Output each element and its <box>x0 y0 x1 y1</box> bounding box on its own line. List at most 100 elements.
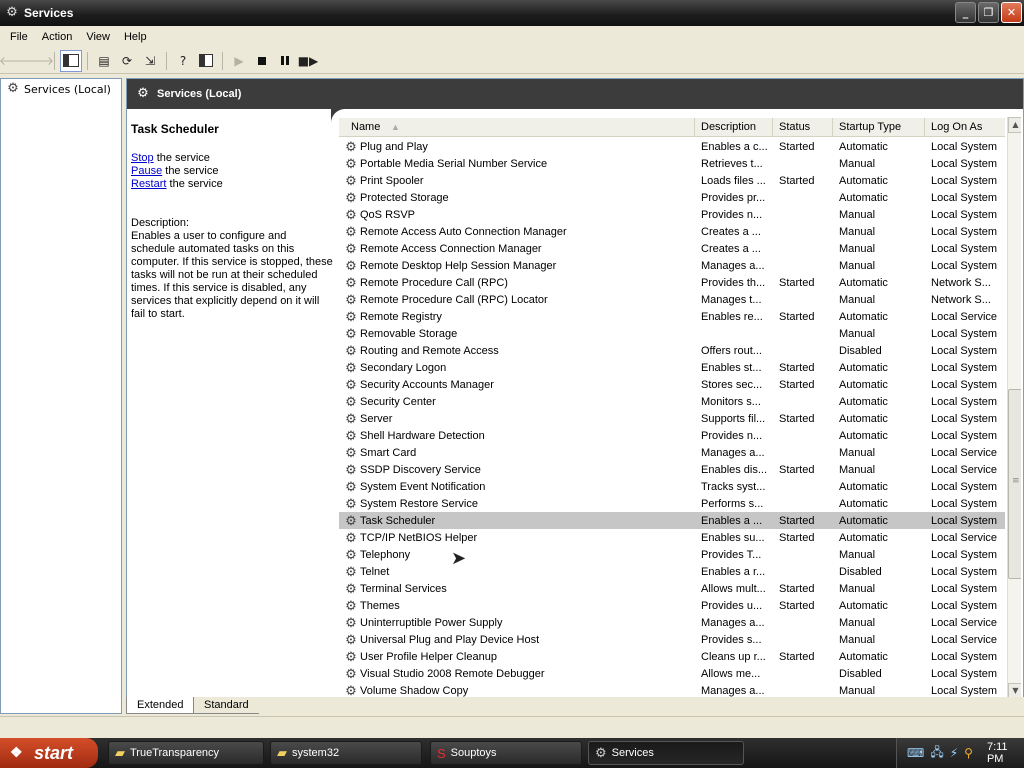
table-row[interactable]: ⚙ Protected Storage Provides pr... Automati… <box>339 189 1005 206</box>
table-row[interactable]: ⚙ Remote Registry Enables re... Started Auto… <box>339 308 1005 325</box>
table-row[interactable]: ⚙ QoS RSVP Provides n... Manual Local System <box>339 206 1005 223</box>
gear-icon: ⚙ <box>345 683 357 698</box>
table-row[interactable]: ⚙ Security Accounts Manager Stores sec... S… <box>339 376 1005 393</box>
service-name-cell: ⚙ User Profile Helper Cleanup <box>339 650 695 664</box>
scroll-thumb[interactable] <box>1008 389 1021 579</box>
gear-icon: ⚙ <box>345 326 357 341</box>
service-name: Themes <box>360 599 400 612</box>
search-icon[interactable]: ⚲ <box>964 746 973 760</box>
table-row[interactable]: ⚙ Plug and Play Enables a c... Started Autom… <box>339 138 1005 155</box>
service-log-on-as: Local Service <box>931 446 998 459</box>
restart-service-link[interactable]: Restart <box>131 178 166 190</box>
help-icon[interactable]: ? <box>172 50 194 72</box>
toolbar-separator <box>222 51 223 70</box>
table-row[interactable]: ⚙ Telnet Enables a r... Disabled Local Syste… <box>339 563 1005 580</box>
service-log-on-as: Local System <box>931 378 998 391</box>
taskbar-item-services[interactable]: ⚙ Services <box>588 741 744 765</box>
table-row[interactable]: ⚙ User Profile Helper Cleanup Cleans up r.… <box>339 648 1005 665</box>
table-row[interactable]: ⚙ Remote Procedure Call (RPC) Locator Mana… <box>339 291 1005 308</box>
services-panel: ⚙ Services (Local) Task Scheduler Stop t… <box>126 78 1024 714</box>
service-name-cell: ⚙ Smart Card <box>339 446 695 460</box>
service-actions: Stop the service Pause the service Resta… <box>131 152 333 191</box>
taskbar-item-system32[interactable]: ▰ system32 <box>270 741 422 765</box>
table-row[interactable]: ⚙ Security Center Monitors s... Automatic Lo… <box>339 393 1005 410</box>
safely-remove-icon[interactable]: ⚡ <box>950 746 958 760</box>
service-name-cell: ⚙ Remote Access Auto Connection Manager <box>339 225 695 239</box>
gear-icon: ⚙ <box>345 496 357 511</box>
table-row[interactable]: ⚙ Terminal Services Allows mult... Started M… <box>339 580 1005 597</box>
tab-standard[interactable]: Standard <box>194 697 259 714</box>
table-row[interactable]: ⚙ Smart Card Manages a... Manual Local Servi… <box>339 444 1005 461</box>
table-row[interactable]: ⚙ Remote Access Connection Manager Creates… <box>339 240 1005 257</box>
keyboard-icon[interactable]: ⌨ <box>907 746 924 760</box>
table-row[interactable]: ⚙ Secondary Logon Enables st... Started Auto… <box>339 359 1005 376</box>
service-name-cell: ⚙ Remote Procedure Call (RPC) Locator <box>339 293 695 307</box>
table-row[interactable]: ⚙ Uninterruptible Power Supply Manages a..… <box>339 614 1005 631</box>
scroll-up-button[interactable]: ▲ <box>1008 117 1021 133</box>
vertical-scrollbar[interactable]: ▲ ▼ <box>1007 117 1021 699</box>
menu-bar: File Action View Help <box>0 26 1024 48</box>
table-row[interactable]: ⚙ Remote Desktop Help Session Manager Mana… <box>339 257 1005 274</box>
export-list-icon[interactable]: ⇲ <box>139 50 161 72</box>
column-header-status[interactable]: Status <box>773 118 833 137</box>
taskbar-item-truetransparency[interactable]: ▰ TrueTransparency <box>108 741 264 765</box>
table-row[interactable]: ⚙ Themes Provides u... Started Automatic Loca… <box>339 597 1005 614</box>
pause-service-icon[interactable] <box>274 50 296 72</box>
table-row[interactable]: ⚙ System Restore Service Performs s... Auto… <box>339 495 1005 512</box>
table-row[interactable]: ⚙ Visual Studio 2008 Remote Debugger Allow… <box>339 665 1005 682</box>
column-header-startup-type[interactable]: Startup Type <box>833 118 925 137</box>
minimize-button[interactable]: _ <box>955 2 976 23</box>
gear-icon: ⚙ <box>345 377 357 392</box>
column-header-log-on-as[interactable]: Log On As <box>925 118 1005 137</box>
table-row[interactable]: ⚙ Telephony Provides T... Manual Local Syste… <box>339 546 1005 563</box>
start-button[interactable]: ❖ start <box>0 738 98 768</box>
stop-service-icon[interactable] <box>251 50 273 72</box>
menu-view[interactable]: View <box>79 31 117 43</box>
tab-extended[interactable]: Extended <box>126 697 195 714</box>
table-row[interactable]: ⚙ Routing and Remote Access Offers rout...… <box>339 342 1005 359</box>
forward-arrow-icon[interactable]: 🡒 <box>22 50 54 72</box>
pause-service-link[interactable]: Pause <box>131 165 162 177</box>
window-controls: _ ❐ ✕ <box>955 2 1022 23</box>
stop-service-link[interactable]: Stop <box>131 152 154 164</box>
taskbar-item-souptoys[interactable]: S Souptoys <box>430 741 582 765</box>
table-row[interactable]: ⚙ System Event Notification Tracks syst...… <box>339 478 1005 495</box>
table-row[interactable]: ⚙ Remote Procedure Call (RPC) Provides th.… <box>339 274 1005 291</box>
maximize-button[interactable]: ❐ <box>978 2 999 23</box>
column-header-description[interactable]: Description <box>695 118 773 137</box>
properties-icon[interactable]: ▤ <box>93 50 115 72</box>
service-log-on-as: Local System <box>931 361 998 374</box>
service-name: Security Center <box>360 395 436 408</box>
menu-help[interactable]: Help <box>117 31 154 43</box>
table-row[interactable]: ⚙ Portable Media Serial Number Service Ret… <box>339 155 1005 172</box>
start-service-icon[interactable]: ▶ <box>228 50 250 72</box>
service-startup-type: Disabled <box>839 565 882 578</box>
column-header-name[interactable]: Name ▲ <box>339 118 695 137</box>
service-description: Manages a... <box>701 616 765 629</box>
gear-icon: ⚙ <box>345 462 357 477</box>
show-hide-console-tree-button[interactable] <box>60 49 82 72</box>
refresh-icon[interactable]: ⟳ <box>116 50 138 72</box>
close-button[interactable]: ✕ <box>1001 2 1022 23</box>
menu-file[interactable]: File <box>3 31 35 43</box>
menu-action[interactable]: Action <box>35 31 80 43</box>
service-startup-type: Manual <box>839 548 876 561</box>
tree-item-services-local[interactable]: ⚙ Services (Local) <box>5 82 111 96</box>
table-row[interactable]: ⚙ Print Spooler Loads files ... Started Auto… <box>339 172 1005 189</box>
table-row[interactable]: ⚙ Server Supports fil... Started Automatic Lo… <box>339 410 1005 427</box>
table-row[interactable]: ⚙ Universal Plug and Play Device Host Prov… <box>339 631 1005 648</box>
network-icon[interactable]: 🖧 <box>930 743 943 764</box>
table-row[interactable]: ⚙ TCP/IP NetBIOS Helper Enables su... Start… <box>339 529 1005 546</box>
table-row[interactable]: ⚙ SSDP Discovery Service Enables dis... Sta… <box>339 461 1005 478</box>
service-startup-type: Automatic <box>839 429 888 442</box>
service-name: Removable Storage <box>360 327 458 340</box>
table-row[interactable]: ⚙ Shell Hardware Detection Provides n... Au… <box>339 427 1005 444</box>
show-hide-action-pane-icon[interactable] <box>195 50 217 72</box>
service-name-cell: ⚙ Telnet <box>339 565 695 579</box>
table-row[interactable]: ⚙ Remote Access Auto Connection Manager Cr… <box>339 223 1005 240</box>
service-name: Universal Plug and Play Device Host <box>360 633 540 646</box>
table-row[interactable]: ⚙ Task Scheduler Enables a ... Started Autom… <box>339 512 1005 529</box>
restart-service-icon[interactable]: ■▶ <box>297 50 319 72</box>
table-row[interactable]: ⚙ Removable Storage Manual Local System <box>339 325 1005 342</box>
service-description: Enables a ... <box>701 514 763 527</box>
